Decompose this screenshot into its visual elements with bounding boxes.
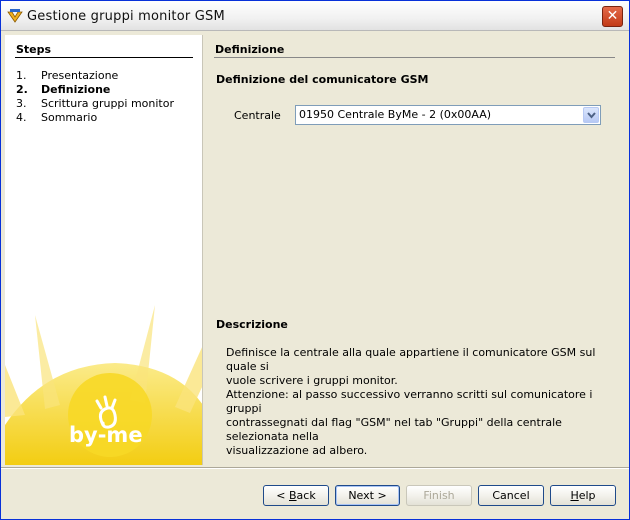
close-button[interactable]: ✕ — [602, 6, 623, 27]
content-panel: Definizione Definizione del comunicatore… — [204, 35, 627, 465]
finish-button[interactable]: Finish — [406, 485, 472, 506]
description-line: Definisce la centrale alla quale apparti… — [226, 346, 596, 373]
subtitle: Definizione del comunicatore GSM — [216, 73, 429, 86]
next-button[interactable]: Next > — [335, 485, 400, 506]
description-line: Attenzione: al passo successivo verranno… — [226, 388, 593, 415]
step-item-definizione: 2. Definizione — [16, 83, 111, 96]
dropdown-arrow-button[interactable] — [583, 107, 599, 123]
wizard-window: Gestione gruppi monitor GSM ✕ Steps 1. Pr… — [0, 0, 630, 520]
section-divider — [214, 57, 615, 58]
description-heading: Descrizione — [216, 318, 288, 331]
help-button[interactable]: Help — [550, 485, 616, 506]
step-item-scrittura: 3. Scrittura gruppi monitor — [16, 97, 174, 110]
description-line: visualizzazione ad albero. — [226, 444, 368, 457]
description-text: Definisce la centrale alla quale apparti… — [226, 346, 616, 458]
cancel-button[interactable]: Cancel — [478, 485, 544, 506]
step-item-presentazione: 1. Presentazione — [16, 69, 119, 82]
close-icon: ✕ — [606, 8, 619, 24]
window-title: Gestione gruppi monitor GSM — [27, 9, 225, 24]
byme-logo: by-me — [69, 423, 143, 447]
title-bar[interactable]: Gestione gruppi monitor GSM ✕ — [1, 1, 629, 31]
steps-heading: Steps — [16, 43, 52, 56]
description-line: contrassegnati dal flag "GSM" nel tab "G… — [226, 416, 562, 443]
centrale-selected-value: 01950 Centrale ByMe - 2 (0x00AA) — [299, 108, 492, 121]
chevron-down-icon — [587, 112, 596, 119]
centrale-label: Centrale — [234, 109, 281, 122]
centrale-dropdown[interactable]: 01950 Centrale ByMe - 2 (0x00AA) — [295, 105, 601, 125]
steps-panel: Steps 1. Presentazione 2. Definizione 3. Sc… — [5, 35, 203, 465]
back-button[interactable]: < Back — [263, 485, 329, 506]
footer-divider-highlight — [1, 468, 629, 469]
description-line: vuole scrivere i gruppi monitor. — [226, 374, 398, 387]
app-logo-icon — [7, 8, 23, 24]
section-title: Definizione — [215, 43, 285, 56]
steps-list: 1. Presentazione 2. Definizione 3. Scrittur… — [16, 69, 174, 125]
step-item-sommario: 4. Sommario — [16, 111, 98, 124]
steps-divider — [15, 57, 193, 58]
